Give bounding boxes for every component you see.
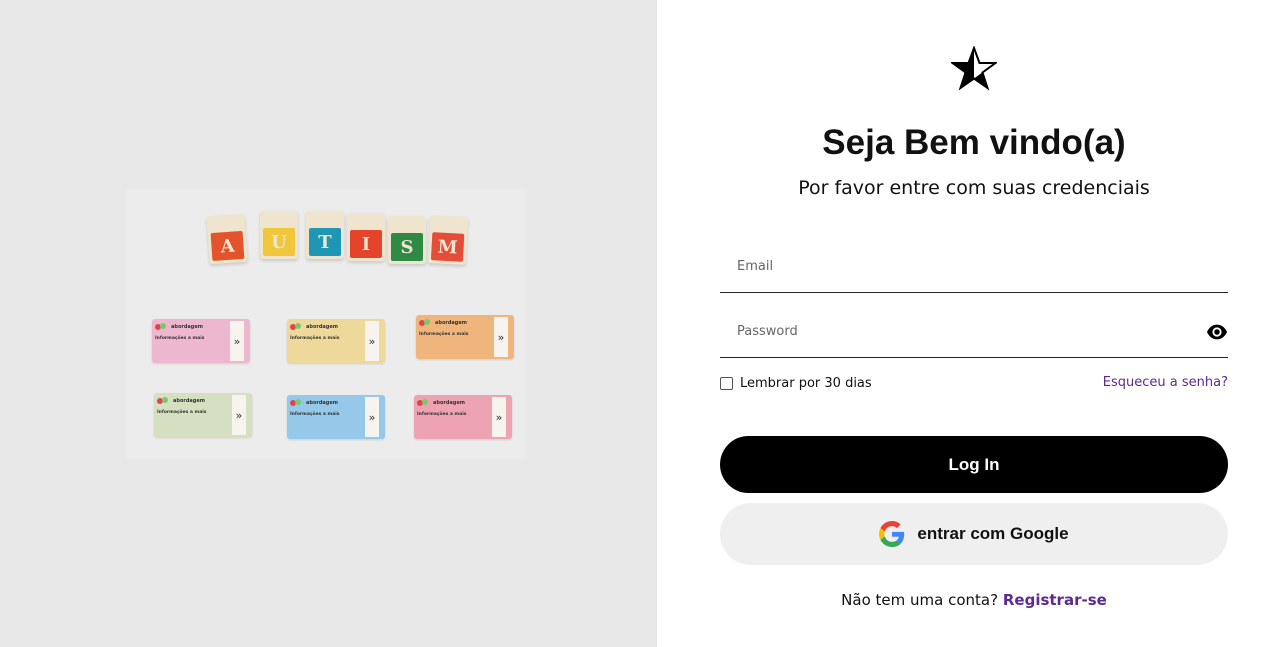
register-link[interactable]: Registrar-se bbox=[1003, 591, 1107, 609]
email-input[interactable] bbox=[720, 241, 1228, 292]
puzzle-icon bbox=[157, 397, 168, 404]
google-button-label: entrar com Google bbox=[917, 524, 1069, 543]
letter-block: A bbox=[206, 213, 248, 265]
info-card: abordagem Informações a mais » bbox=[154, 393, 252, 437]
puzzle-icon bbox=[419, 319, 430, 326]
login-button[interactable]: Log In bbox=[720, 436, 1228, 493]
page-subtitle: Por favor entre com suas credenciais bbox=[798, 177, 1150, 199]
puzzle-icon bbox=[417, 399, 428, 406]
eye-icon[interactable] bbox=[1206, 321, 1228, 343]
chevron-right-icon: » bbox=[365, 321, 379, 361]
letter-block: I bbox=[347, 213, 385, 261]
chevron-right-icon: » bbox=[494, 317, 508, 357]
info-card: abordagem Informações a mais » bbox=[152, 319, 250, 363]
info-card: abordagem Informações a mais » bbox=[414, 395, 512, 439]
chevron-right-icon: » bbox=[230, 321, 244, 361]
chevron-right-icon: » bbox=[232, 395, 246, 435]
forgot-password-link[interactable]: Esqueceu a senha? bbox=[1103, 375, 1228, 390]
remember-me[interactable]: Lembrar por 30 dias bbox=[720, 376, 872, 391]
password-input[interactable] bbox=[720, 306, 1228, 357]
letter-block: U bbox=[260, 211, 298, 259]
star-icon bbox=[951, 46, 997, 91]
info-card: abordagem Informações a mais » bbox=[416, 315, 514, 359]
hero-image: A U T I S M abordagem Informações a mais… bbox=[126, 189, 526, 459]
remember-checkbox[interactable] bbox=[720, 377, 733, 390]
puzzle-icon bbox=[290, 323, 301, 330]
letter-block: T bbox=[306, 211, 344, 259]
password-field bbox=[720, 306, 1228, 358]
remember-label: Lembrar por 30 dias bbox=[740, 376, 872, 391]
info-card: abordagem Informações a mais » bbox=[287, 319, 385, 363]
google-icon bbox=[879, 521, 905, 547]
email-field bbox=[720, 241, 1228, 293]
page-title: Seja Bem vindo(a) bbox=[822, 123, 1126, 162]
letter-block: S bbox=[388, 216, 426, 264]
register-prompt: Não tem uma conta? Registrar-se bbox=[720, 591, 1228, 609]
left-panel: A U T I S M abordagem Informações a mais… bbox=[0, 0, 657, 647]
chevron-right-icon: » bbox=[365, 397, 379, 437]
puzzle-icon bbox=[155, 323, 166, 330]
google-login-button[interactable]: entrar com Google bbox=[720, 503, 1228, 565]
info-card: abordagem Informações a mais » bbox=[287, 395, 385, 439]
register-prompt-text: Não tem uma conta? bbox=[841, 591, 999, 609]
letter-block: M bbox=[427, 215, 469, 265]
chevron-right-icon: » bbox=[492, 397, 506, 437]
puzzle-icon bbox=[290, 399, 301, 406]
